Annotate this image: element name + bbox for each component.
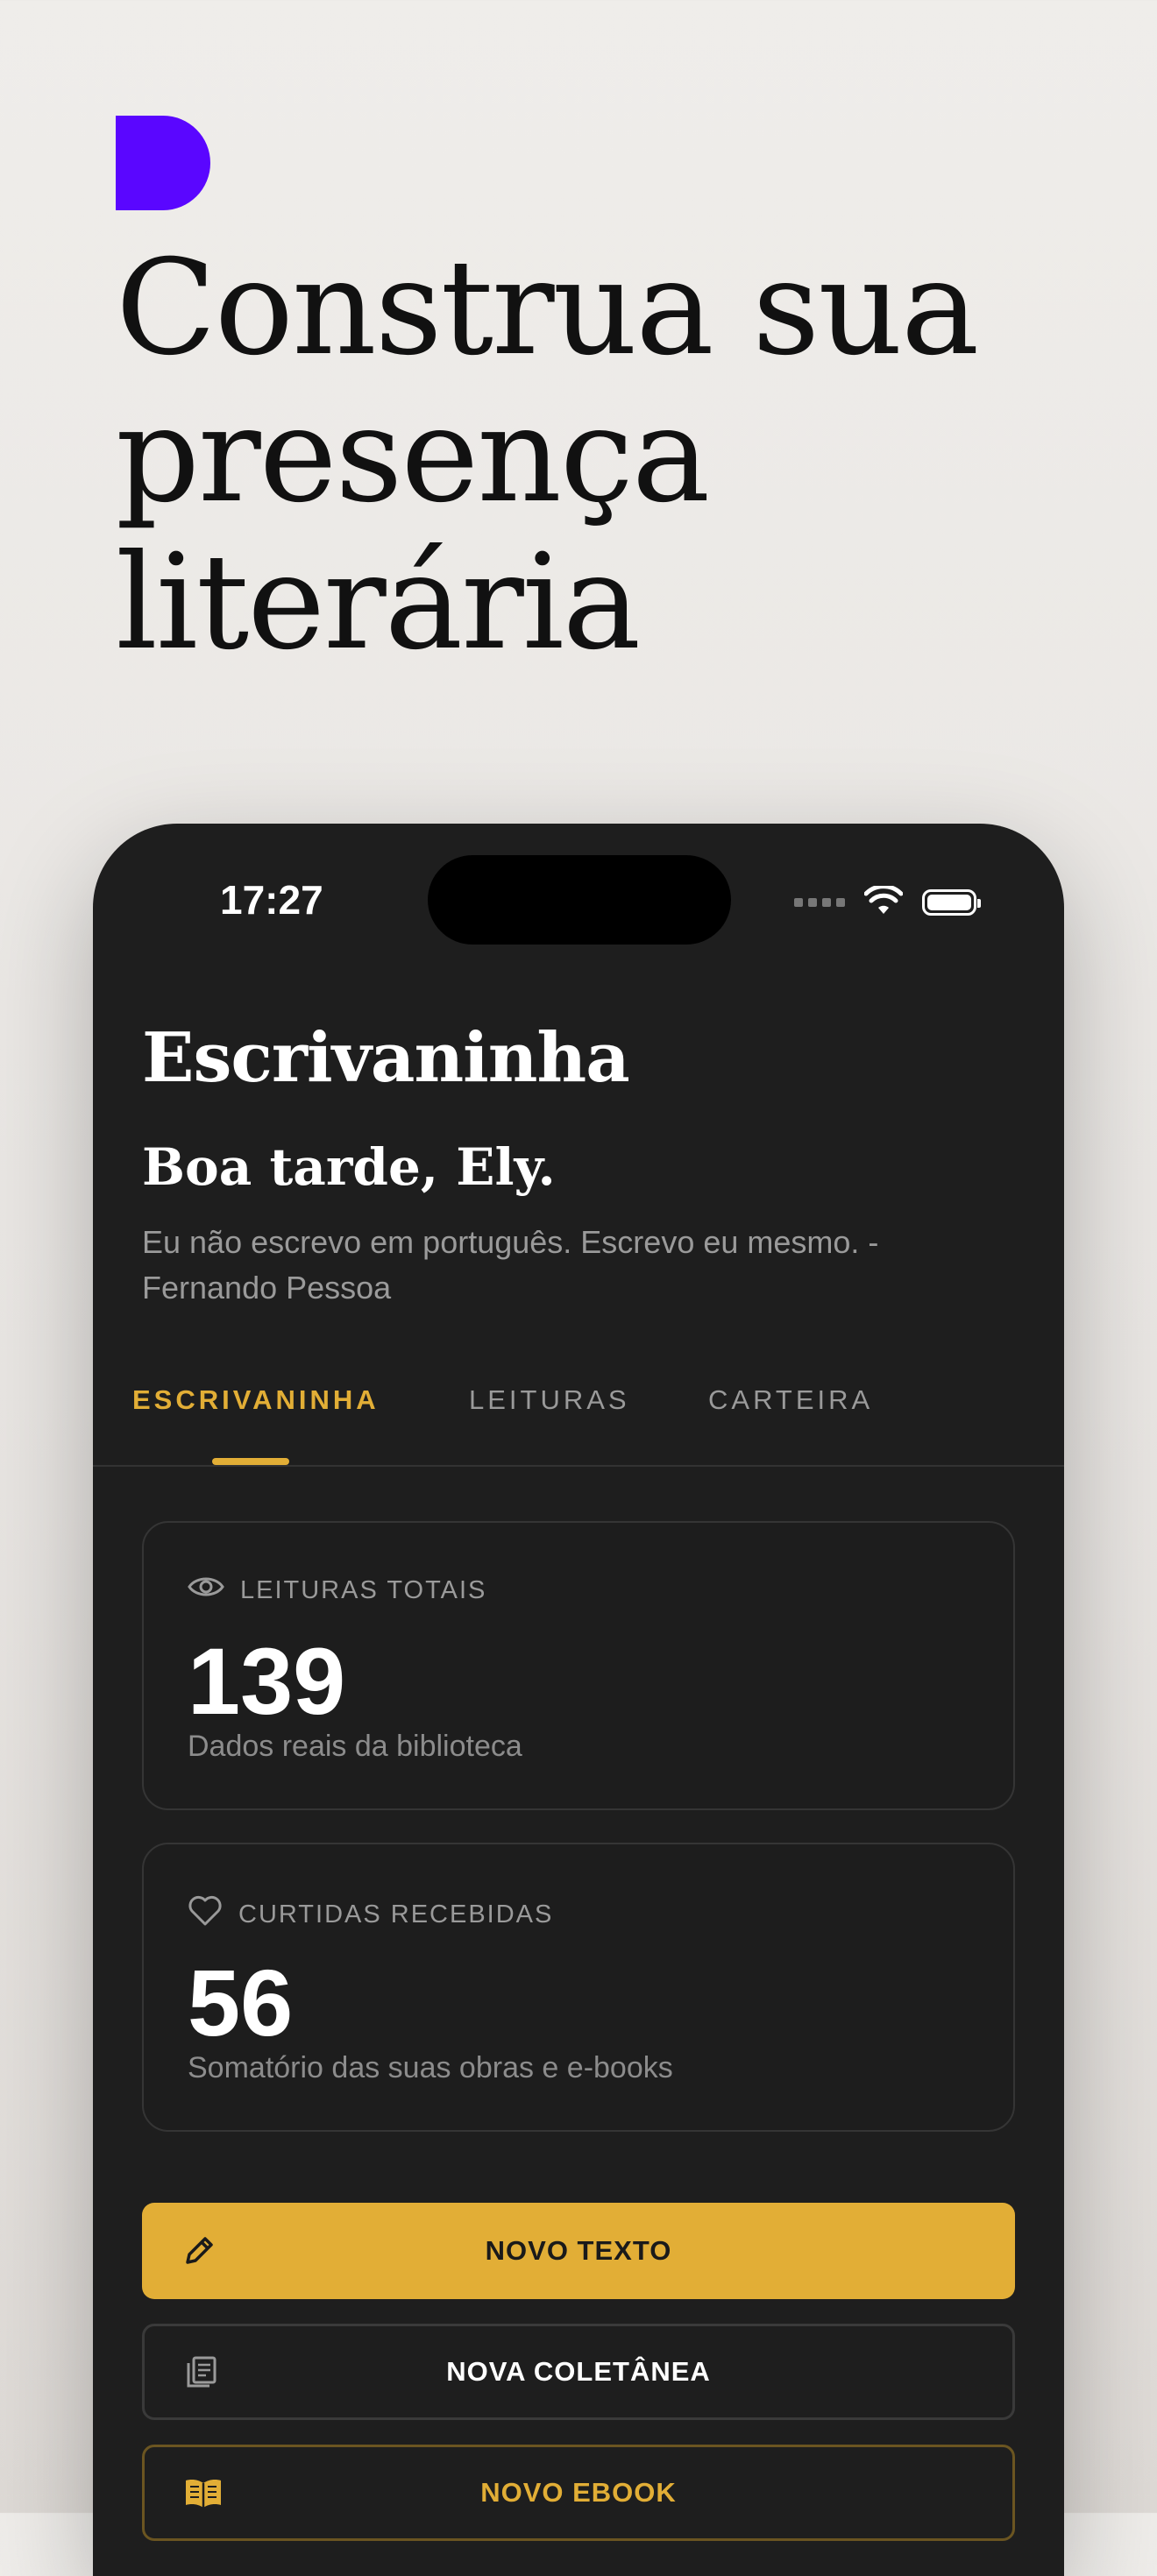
tab-active-indicator: [212, 1458, 289, 1465]
tab-escrivaninha[interactable]: ESCRIVANINHA: [132, 1384, 380, 1416]
collection-icon: [183, 2353, 220, 2390]
brand-logo: [116, 116, 210, 210]
new-text-label: NOVO TEXTO: [485, 2235, 672, 2266]
stat-card-likes: CURTIDAS RECEBIDAS 56 Somatório das suas…: [142, 1843, 1015, 2132]
new-collection-button[interactable]: NOVA COLETÂNEA: [142, 2324, 1015, 2420]
greeting: Boa tarde, Ely.: [142, 1137, 556, 1197]
stat-label: LEITURAS TOTAIS: [240, 1575, 487, 1604]
new-collection-label: NOVA COLETÂNEA: [446, 2356, 711, 2387]
eye-icon: [188, 1574, 224, 1607]
stat-subtitle: Somatório das suas obras e e-books: [188, 2051, 673, 2084]
tab-bar: ESCRIVANINHA LEITURAS CARTEIRA: [93, 1384, 1064, 1467]
status-icons: [794, 883, 981, 920]
app-title: Escrivaninha: [142, 1018, 630, 1098]
battery-icon: [922, 889, 981, 916]
stat-label: CURTIDAS RECEBIDAS: [238, 1900, 554, 1928]
status-time: 17:27: [220, 877, 323, 923]
tab-leituras[interactable]: LEITURAS: [469, 1384, 630, 1416]
wifi-icon: [863, 883, 904, 920]
new-ebook-label: NOVO EBOOK: [480, 2477, 677, 2508]
pencil-icon: [181, 2233, 217, 2269]
tab-carteira[interactable]: CARTEIRA: [708, 1384, 873, 1416]
stat-value: 56: [188, 1950, 294, 2056]
new-ebook-button[interactable]: NOVO EBOOK: [142, 2445, 1015, 2541]
stat-value: 139: [188, 1628, 346, 1734]
dynamic-island: [428, 855, 731, 945]
stat-card-reads: LEITURAS TOTAIS 139 Dados reais da bibli…: [142, 1521, 1015, 1810]
signal-icon: [794, 898, 845, 907]
heart-icon: [188, 1895, 223, 1934]
phone-screen: 17:27 Escrivaninha Boa tarde, Ely. Eu nã…: [93, 824, 1064, 2576]
promo-headline: Construa sua presença literária: [116, 232, 979, 679]
quote: Eu não escrevo em português. Escrevo eu …: [142, 1224, 879, 1306]
book-icon: [183, 2475, 224, 2510]
new-text-button[interactable]: NOVO TEXTO: [142, 2203, 1015, 2299]
stat-subtitle: Dados reais da biblioteca: [188, 1730, 522, 1763]
